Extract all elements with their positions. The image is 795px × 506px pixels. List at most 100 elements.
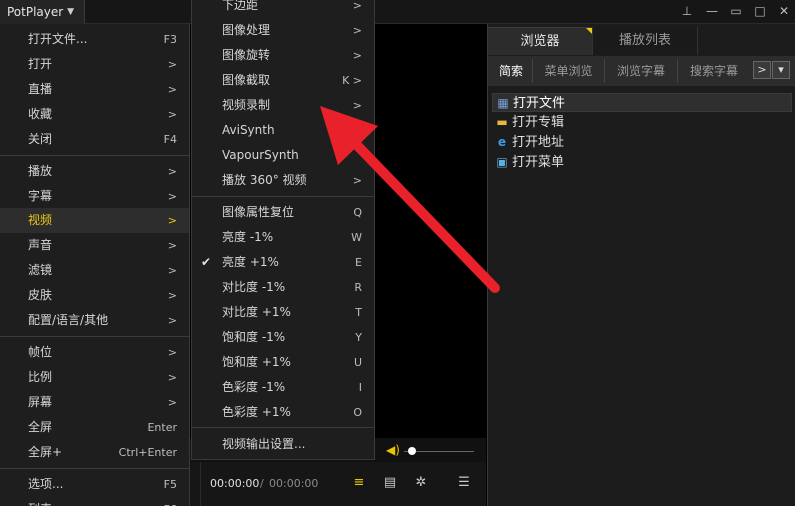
submenu-item-image-capture[interactable]: 图像截取 K > [192, 68, 374, 93]
menu-item-arrow: > [167, 346, 177, 359]
menu-item-arrow: > [167, 58, 177, 71]
volume-slider-knob[interactable] [408, 447, 416, 455]
subtab-nav: > ▾ [752, 61, 792, 81]
menu-divider [192, 427, 374, 428]
menu-divider [0, 336, 189, 337]
folder-icon: ▬ [496, 115, 508, 129]
menu-item-label: 直播 [28, 82, 53, 96]
menu-item-playback[interactable]: 播放 > [0, 159, 189, 184]
playlist-search-icon[interactable]: ≡ [350, 474, 368, 492]
list-item[interactable]: e 打开地址 [492, 133, 792, 152]
menu-item-label: 播放 [28, 164, 53, 178]
menu-item-shortcut: E [355, 256, 362, 269]
tab-browser[interactable]: 浏览器 [488, 27, 592, 55]
submenu-item-360-video[interactable]: 播放 360° 视频 > [192, 168, 374, 193]
menu-item-fullscreen[interactable]: 全屏 Enter [0, 415, 189, 440]
document-icon[interactable]: ▤ [381, 474, 399, 492]
menu-item-live[interactable]: 直播 > [0, 77, 189, 102]
menu-item-arrow: > [167, 239, 177, 252]
menu-item-shortcut: F4 [163, 133, 177, 146]
submenu-item-saturation-down[interactable]: 饱和度 -1% Y [192, 325, 374, 350]
speaker-icon[interactable]: ◀) [386, 443, 400, 457]
submenu-item-image-processing[interactable]: 图像处理 > [192, 18, 374, 43]
submenu-item-image-rotate[interactable]: 图像旋转 > [192, 43, 374, 68]
menu-item-filters[interactable]: 滤镜 > [0, 258, 189, 283]
menu-item-ratio[interactable]: 比例 > [0, 365, 189, 390]
menu-item-arrow: > [352, 124, 362, 137]
total-time: 00:00:00 [269, 477, 319, 490]
menu-item-shortcut: O [353, 406, 362, 419]
film-icon: ▦ [497, 96, 509, 110]
menu-divider [0, 155, 189, 156]
submenu-item-contrast-down[interactable]: 对比度 -1% R [192, 275, 374, 300]
menu-item-subtitles[interactable]: 字幕 > [0, 184, 189, 209]
minimize-icon[interactable]: — [700, 0, 724, 22]
menu-item-shortcut: Q [353, 206, 362, 219]
menu-item-audio[interactable]: 声音 > [0, 233, 189, 258]
menu-item-arrow: > [167, 190, 177, 203]
maximize-icon[interactable]: □ [748, 0, 772, 22]
menu-item-list[interactable]: 列表 F6 [0, 497, 189, 506]
submenu-item-bottom-margin[interactable]: 下边距 > [192, 0, 374, 18]
submenu-item-reset-image[interactable]: 图像属性复位 Q [192, 200, 374, 225]
chevron-right-icon[interactable]: > [753, 61, 771, 79]
menu-item-screen[interactable]: 屏幕 > [0, 390, 189, 415]
menu-item-label: 亮度 +1% [222, 255, 279, 269]
submenu-item-video-output-settings[interactable]: 视频输出设置... [192, 432, 374, 457]
chevron-down-icon[interactable]: ▾ [772, 61, 790, 79]
submenu-item-contrast-up[interactable]: 对比度 +1% T [192, 300, 374, 325]
list-item-label: 打开地址 [512, 135, 565, 150]
menu-item-close[interactable]: 关闭 F4 [0, 127, 189, 152]
menu-item-label: 屏幕 [28, 395, 53, 409]
menu-item-label: AviSynth [222, 123, 275, 137]
menu-item-label: 对比度 -1% [222, 280, 286, 294]
subtab-menu-browse[interactable]: 菜单浏览 [532, 59, 604, 83]
submenu-item-saturation-up[interactable]: 饱和度 +1% U [192, 350, 374, 375]
menu-item-frame[interactable]: 帧位 > [0, 340, 189, 365]
browser-list: ▦ 打开文件 ▬ 打开专辑 e 打开地址 ▣ 打开菜单 [488, 90, 795, 506]
app-title: PotPlayer [7, 5, 64, 19]
submenu-item-brightness-down[interactable]: 亮度 -1% W [192, 225, 374, 250]
menu-icon: ▣ [496, 155, 508, 169]
app-menu-button[interactable]: PotPlayer ▼ [0, 0, 85, 24]
tab-label: 播放列表 [618, 33, 671, 48]
list-item[interactable]: ▬ 打开专辑 [492, 113, 792, 132]
title-bar: PotPlayer ▼ ⊥ — ▭ □ ✕ [0, 0, 795, 24]
menu-item-label: 色彩度 +1% [222, 405, 291, 419]
submenu-item-hue-down[interactable]: 色彩度 -1% I [192, 375, 374, 400]
pin-icon[interactable]: ⊥ [675, 0, 699, 22]
list-item[interactable]: ▣ 打开菜单 [492, 153, 792, 172]
restore-icon[interactable]: ▭ [724, 0, 748, 22]
menu-item-favorites[interactable]: 收藏 > [0, 102, 189, 127]
menu-item-skins[interactable]: 皮肤 > [0, 283, 189, 308]
subtab-browse-subtitles[interactable]: 浏览字幕 [604, 59, 677, 83]
submenu-item-vapoursynth[interactable]: VapourSynth [192, 143, 374, 168]
menu-item-label: 播放 360° 视频 [222, 173, 307, 187]
menu-item-open-file[interactable]: 打开文件... F3 [0, 27, 189, 52]
list-item[interactable]: ▦ 打开文件 [492, 93, 792, 112]
menu-item-label: 图像属性复位 [222, 205, 295, 219]
time-separator: / [260, 477, 264, 490]
menu-icon[interactable]: ☰ [455, 474, 473, 492]
subtab-search-subtitles[interactable]: 搜索字幕 [677, 59, 750, 83]
menu-item-options[interactable]: 选项... F5 [0, 472, 189, 497]
submenu-item-brightness-up[interactable]: ✔ 亮度 +1% E [192, 250, 374, 275]
menu-item-open[interactable]: 打开 > [0, 52, 189, 77]
submenu-item-avisynth[interactable]: AviSynth > [192, 118, 374, 143]
menu-item-shortcut: T [355, 306, 362, 319]
menu-item-arrow: > [352, 49, 362, 62]
submenu-item-video-record[interactable]: 视频录制 > [192, 93, 374, 118]
menu-item-arrow: > [167, 264, 177, 277]
menu-item-video[interactable]: 视频 > [0, 208, 189, 233]
close-icon[interactable]: ✕ [772, 0, 795, 22]
tab-playlist[interactable]: 播放列表 [592, 27, 698, 55]
menu-item-label: 配置/语言/其他 [28, 313, 109, 327]
menu-item-config[interactable]: 配置/语言/其他 > [0, 308, 189, 333]
submenu-item-hue-up[interactable]: 色彩度 +1% O [192, 400, 374, 425]
gear-icon[interactable]: ✲ [412, 474, 430, 492]
side-panel: 浏览器 播放列表 简索 菜单浏览 浏览字幕 搜索字幕 > ▾ ▦ 打开文件 ▬ 打… [487, 24, 795, 506]
menu-item-shortcut: K > [342, 74, 362, 87]
menu-item-fullscreen-plus[interactable]: 全屏+ Ctrl+Enter [0, 440, 189, 465]
menu-item-arrow: > [352, 99, 362, 112]
subtab-simple[interactable]: 简索 [490, 59, 532, 83]
